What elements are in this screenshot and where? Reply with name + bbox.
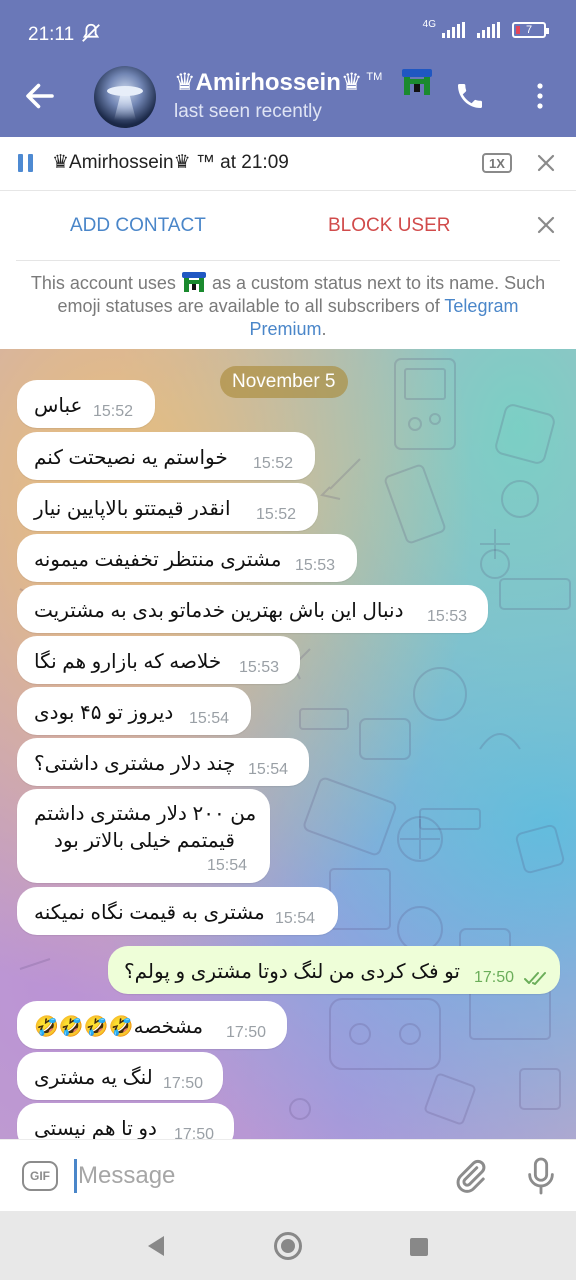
message-time: 15:54 xyxy=(207,857,248,874)
chat-header: 21:11 4G 7 ♛Amirhossein♛ TM last seen rec… xyxy=(0,0,576,137)
message-input-bar: GIF xyxy=(0,1139,576,1211)
close-icon[interactable] xyxy=(534,151,558,175)
nav-back-icon[interactable] xyxy=(146,1235,166,1257)
message-text: خواستم یه نصیحتت کنم xyxy=(34,447,228,469)
message-bubble[interactable]: دیروز تو ۴۵ بودی 15:54 xyxy=(17,687,251,735)
playback-speed-button[interactable]: 1X xyxy=(482,153,512,173)
message-bubble[interactable]: خواستم یه نصیحتت کنم 15:52 xyxy=(17,432,315,480)
nav-home-icon[interactable] xyxy=(274,1232,302,1260)
message-text-line-2: قیمتمم خیلی بالاتر بود xyxy=(54,830,235,852)
message-time: 17:50 xyxy=(474,969,515,986)
message-text: دنبال این باش بهترین خدماتو بدی به مشتری… xyxy=(34,600,404,622)
message-bubble[interactable]: عباس 15:52 xyxy=(17,380,155,428)
more-menu-icon[interactable] xyxy=(530,80,550,112)
date-separator: November 5 xyxy=(220,366,348,398)
message-text: مشخصه🤣🤣🤣🤣 xyxy=(34,1016,204,1038)
read-checkmarks-icon xyxy=(524,972,546,985)
gif-button[interactable]: GIF xyxy=(22,1161,58,1191)
status-time: 21:11 xyxy=(28,24,75,45)
close-action-bar-icon[interactable] xyxy=(534,213,558,237)
status-bar: 21:11 4G 7 xyxy=(0,0,576,64)
message-time: 15:53 xyxy=(295,557,336,574)
signal-icon xyxy=(442,22,465,38)
message-bubble[interactable]: دنبال این باش بهترین خدماتو بدی به مشتری… xyxy=(17,585,488,633)
message-text: دیروز تو ۴۵ بودی xyxy=(34,702,174,724)
premium-status-note: This account uses as a custom status nex… xyxy=(30,272,546,339)
message-text: تو فک کردی من لنگ دوتا مشتری و پولم؟ xyxy=(124,961,460,983)
network-type: 4G xyxy=(422,18,436,30)
audio-title[interactable]: ♛Amirhossein♛ ™ at 21:09 xyxy=(52,151,289,174)
message-text-line-1: من ۲۰۰ دلار مشتری داشتم xyxy=(34,803,257,825)
message-bubble[interactable]: مشتری منتظر تخفیفت میمونه 15:53 xyxy=(17,534,357,582)
divider xyxy=(16,260,560,261)
message-text: مشتری منتظر تخفیفت میمونه xyxy=(34,549,282,571)
message-bubble[interactable]: چند دلار مشتری داشتی؟ 15:54 xyxy=(17,738,309,786)
message-text: خلاصه که بازارو هم نگا xyxy=(34,651,222,673)
signal-icon-2 xyxy=(477,22,500,38)
mute-icon xyxy=(82,23,100,42)
paperclip-icon[interactable] xyxy=(452,1158,488,1194)
message-text: مشتری به قیمت نگاه نمیکنه xyxy=(34,902,265,924)
message-bubble[interactable]: مشتری به قیمت نگاه نمیکنه 15:54 xyxy=(17,887,338,935)
status-emoji-icon xyxy=(181,272,206,292)
phone-call-icon[interactable] xyxy=(454,80,486,112)
message-bubble[interactable]: دو تا هم نیستی 17:50 xyxy=(17,1103,234,1139)
message-time: 15:52 xyxy=(253,455,294,472)
audio-player-bar[interactable]: ♛Amirhossein♛ ™ at 21:09 1X xyxy=(0,137,576,191)
message-text: چند دلار مشتری داشتی؟ xyxy=(34,753,236,775)
premium-status-emoji-icon[interactable] xyxy=(400,66,434,100)
message-time: 15:53 xyxy=(427,608,468,625)
message-text: عباس xyxy=(34,395,83,417)
message-time: 15:52 xyxy=(256,506,297,523)
message-time: 15:52 xyxy=(93,403,134,420)
message-time: 15:54 xyxy=(189,710,230,727)
outgoing-message-bubble[interactable]: تو فک کردی من لنگ دوتا مشتری و پولم؟ 17:… xyxy=(108,946,560,994)
message-bubble[interactable]: انقدر قیمتتو بالاپایین نیار 15:52 xyxy=(17,483,318,531)
message-text: انقدر قیمتتو بالاپایین نیار xyxy=(34,498,231,520)
microphone-icon[interactable] xyxy=(524,1156,558,1196)
add-contact-button[interactable]: ADD CONTACT xyxy=(70,215,206,237)
message-time: 17:50 xyxy=(174,1126,215,1139)
message-time: 15:54 xyxy=(275,910,316,927)
message-text: دو تا هم نیستی xyxy=(34,1118,157,1139)
message-text: لنگ یه مشتری xyxy=(34,1067,153,1089)
battery-level: 7 xyxy=(525,24,533,36)
text-cursor xyxy=(74,1159,77,1193)
system-navigation-bar xyxy=(0,1211,576,1280)
block-user-button[interactable]: BLOCK USER xyxy=(328,215,450,237)
message-bubble[interactable]: خلاصه که بازارو هم نگا 15:53 xyxy=(17,636,300,684)
avatar[interactable] xyxy=(94,66,156,128)
message-input[interactable] xyxy=(78,1156,428,1196)
back-arrow-icon[interactable] xyxy=(22,78,58,114)
message-time: 17:50 xyxy=(226,1024,267,1041)
message-bubble[interactable]: مشخصه🤣🤣🤣🤣 17:50 xyxy=(17,1001,287,1049)
message-bubble[interactable]: من ۲۰۰ دلار مشتری داشتم قیمتمم خیلی بالا… xyxy=(17,789,270,883)
message-time: 15:53 xyxy=(239,659,280,676)
chat-area[interactable]: November 5 عباس 15:52 خواستم یه نصیحتت ک… xyxy=(0,349,576,1139)
contact-action-bar: ADD CONTACT BLOCK USER This account uses… xyxy=(0,191,576,349)
message-bubble[interactable]: لنگ یه مشتری 17:50 xyxy=(17,1052,223,1100)
message-time: 17:50 xyxy=(163,1075,204,1092)
pause-icon[interactable] xyxy=(18,154,34,172)
last-seen-status: last seen recently xyxy=(174,101,322,122)
battery-icon: 7 xyxy=(512,22,549,38)
message-time: 15:54 xyxy=(248,761,289,778)
nav-recents-icon[interactable] xyxy=(410,1238,428,1256)
chat-title[interactable]: ♛Amirhossein♛ TM xyxy=(174,68,382,97)
